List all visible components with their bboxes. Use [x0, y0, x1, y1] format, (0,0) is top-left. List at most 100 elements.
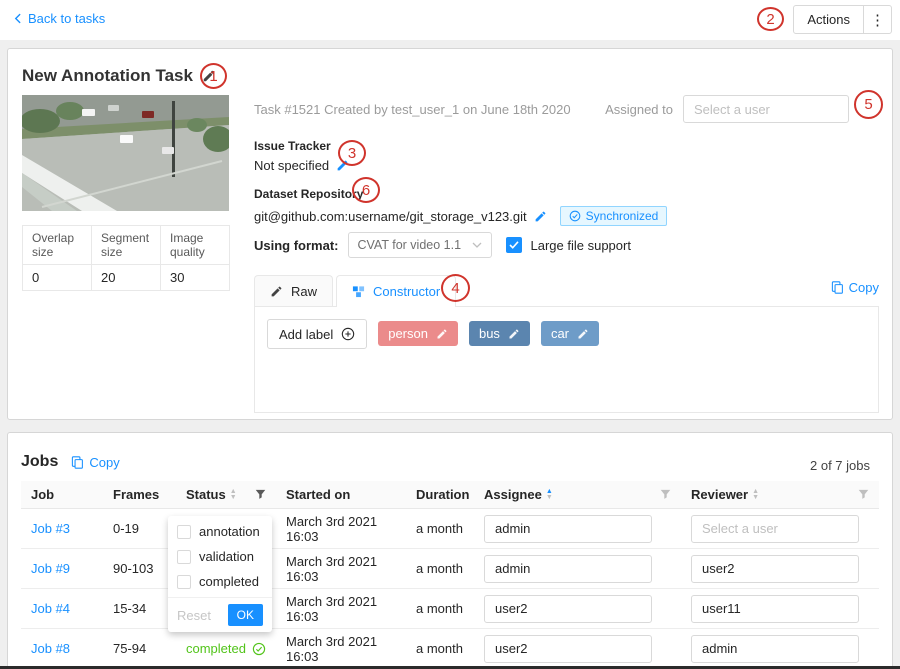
tab-constructor[interactable]: Constructor [336, 275, 456, 306]
column-reviewer-label: Reviewer [691, 487, 748, 502]
chevron-left-icon [14, 13, 21, 24]
large-file-checkbox[interactable] [506, 237, 522, 253]
annotation-mark-5: 5 [854, 90, 883, 119]
sync-status-badge: Synchronized [560, 206, 668, 226]
label-chip-car[interactable]: car [541, 321, 599, 346]
job-started-on: March 3rd 2021 16:03 [276, 554, 406, 584]
actions-button[interactable]: Actions ⋮ [793, 5, 892, 34]
reviewer-input[interactable] [691, 635, 859, 663]
check-circle-icon [252, 642, 266, 656]
column-status[interactable]: Status ▲▼ [176, 487, 276, 502]
label-chip-bus[interactable]: bus [469, 321, 530, 346]
job-started-on: March 3rd 2021 16:03 [276, 594, 406, 624]
sort-icon-status[interactable]: ▲▼ [230, 489, 237, 500]
label-chip-bus-name: bus [479, 326, 500, 341]
job-started-on: March 3rd 2021 16:03 [276, 634, 406, 664]
format-select[interactable]: CVAT for video 1.1 [348, 232, 492, 258]
job-row-9: Job #9 90-103 March 3rd 2021 16:03 a mon… [21, 549, 879, 589]
label-chip-car-name: car [551, 326, 569, 341]
job-row-3: Job #3 0-19 March 3rd 2021 16:03 a month [21, 509, 879, 549]
checkbox-validation[interactable] [177, 550, 191, 564]
jobs-header: Jobs Copy [21, 453, 120, 471]
filter-footer: Reset OK [168, 597, 272, 632]
annotation-mark-6: 6 [352, 177, 380, 203]
column-assignee[interactable]: Assignee ▲▼ [474, 487, 681, 502]
assignee-input[interactable] [484, 555, 652, 583]
filter-option-validation[interactable]: validation [168, 544, 272, 569]
job-row-4: Job #4 15-34 March 3rd 2021 16:03 a mont… [21, 589, 879, 629]
job-link[interactable]: Job #8 [31, 641, 70, 656]
constructor-blocks-icon [352, 285, 365, 298]
assigned-to-row: Assigned to [605, 95, 849, 123]
copy-labels-button[interactable]: Copy [831, 280, 879, 295]
labels-editor: Raw Constructor Copy Add label [254, 275, 879, 413]
plus-circle-icon [341, 327, 355, 341]
jobs-card: Jobs Copy 2 of 7 jobs Job Frames Status … [7, 432, 893, 669]
issue-tracker-value: Not specified [254, 158, 329, 173]
job-status-completed: completed [186, 641, 266, 656]
jobs-count: 2 of 7 jobs [810, 458, 870, 473]
back-to-tasks-link[interactable]: Back to tasks [14, 11, 105, 26]
param-value-segment: 20 [92, 265, 161, 291]
check-circle-icon [569, 210, 581, 222]
filter-option-completed[interactable]: completed [168, 569, 272, 594]
reviewer-input[interactable] [691, 515, 859, 543]
job-duration: a month [406, 521, 474, 536]
filter-icon-reviewer[interactable] [858, 489, 869, 500]
column-reviewer[interactable]: Reviewer ▲▼ [681, 487, 879, 502]
filter-ok-button[interactable]: OK [228, 604, 263, 626]
add-label-button[interactable]: Add label [267, 319, 367, 349]
job-link[interactable]: Job #4 [31, 601, 70, 616]
filter-option-annotation[interactable]: annotation [168, 519, 272, 544]
column-job: Job [21, 487, 103, 502]
job-link[interactable]: Job #3 [31, 521, 70, 536]
status-filter-dropdown: annotation validation completed Reset OK [168, 516, 272, 632]
edit-label-bus-icon[interactable] [508, 328, 520, 340]
checkbox-completed[interactable] [177, 575, 191, 589]
column-frames: Frames [103, 487, 176, 502]
assignee-input[interactable] [484, 595, 652, 623]
sort-icon-reviewer[interactable]: ▲▼ [752, 489, 759, 500]
column-assignee-label: Assignee [484, 487, 542, 502]
job-frames: 75-94 [103, 641, 176, 656]
tab-raw-label: Raw [291, 284, 317, 299]
task-details-card: New Annotation Task [7, 48, 893, 420]
large-file-label: Large file support [531, 238, 631, 253]
task-meta: Task #1521 Created by test_user_1 on Jun… [254, 102, 571, 117]
column-job-label: Job [31, 487, 54, 502]
edit-label-car-icon[interactable] [577, 328, 589, 340]
format-selected-value: CVAT for video 1.1 [358, 238, 462, 252]
sort-icon-assignee[interactable]: ▲▼ [546, 489, 553, 500]
task-title: New Annotation Task [22, 66, 193, 86]
filter-icon-assignee[interactable] [660, 489, 671, 500]
assigned-to-label: Assigned to [605, 102, 673, 117]
edit-repository-icon[interactable] [534, 210, 547, 223]
filter-reset-button[interactable]: Reset [177, 608, 211, 623]
filter-icon-status[interactable] [255, 489, 266, 500]
edit-label-person-icon[interactable] [436, 328, 448, 340]
annotation-mark-2: 2 [757, 7, 784, 31]
annotation-mark-3: 3 [338, 140, 366, 166]
labels-tabs: Raw Constructor Copy [254, 275, 879, 307]
tab-raw[interactable]: Raw [254, 275, 333, 306]
label-chip-person[interactable]: person [378, 321, 458, 346]
filter-option-validation-label: validation [199, 549, 254, 564]
cvat-task-page: Back to tasks Actions ⋮ New Annotation T… [0, 0, 900, 669]
reviewer-input[interactable] [691, 555, 859, 583]
copy-jobs-button[interactable]: Copy [71, 455, 119, 470]
task-parameters-table: Overlap size Segment size Image quality … [22, 225, 230, 291]
task-assignee-select[interactable] [683, 95, 849, 123]
job-link[interactable]: Job #9 [31, 561, 70, 576]
copy-labels-label: Copy [849, 280, 879, 295]
assignee-input[interactable] [484, 515, 652, 543]
export-format-row: Using format: CVAT for video 1.1 Large f… [254, 232, 631, 258]
reviewer-input[interactable] [691, 595, 859, 623]
column-status-label: Status [186, 487, 226, 502]
more-menu-icon[interactable]: ⋮ [864, 6, 891, 33]
param-value-quality: 30 [161, 265, 230, 291]
assignee-input[interactable] [484, 635, 652, 663]
checkbox-annotation[interactable] [177, 525, 191, 539]
param-header-overlap: Overlap size [23, 226, 92, 265]
task-preview-image [22, 95, 229, 211]
copy-jobs-label: Copy [89, 455, 119, 470]
